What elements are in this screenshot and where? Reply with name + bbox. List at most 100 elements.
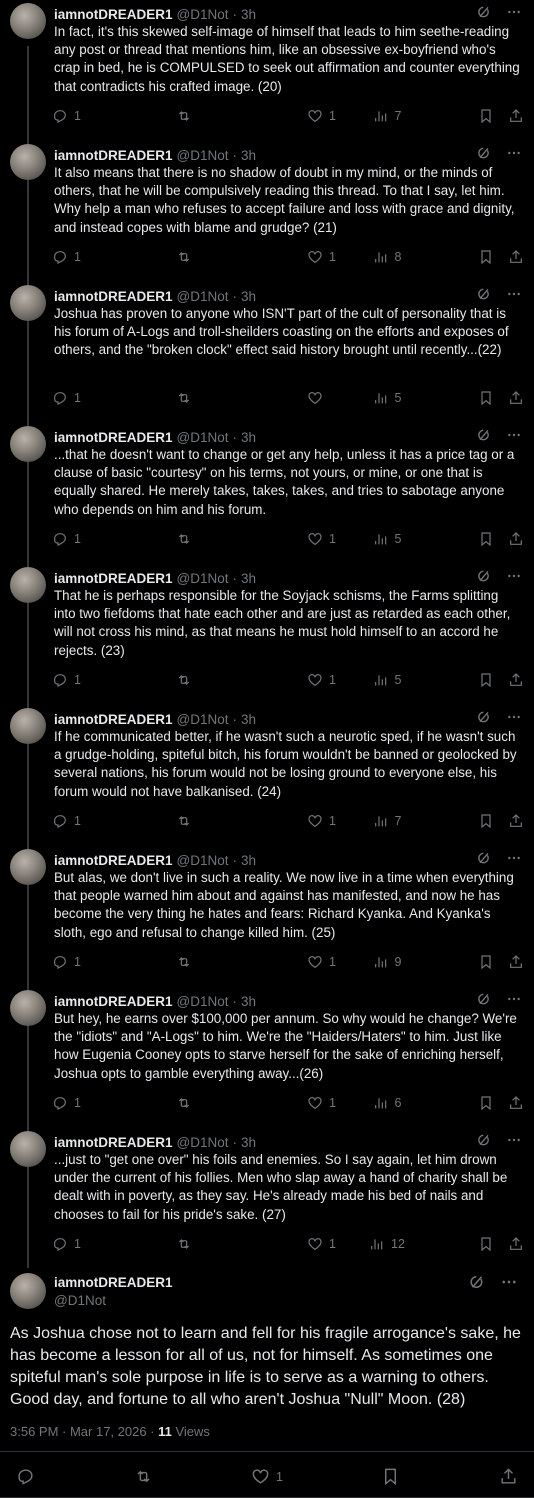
reply-button[interactable] [16, 1467, 35, 1486]
repost-button[interactable] [132, 531, 242, 547]
share-button[interactable] [508, 249, 524, 265]
author-name[interactable]: iamnotDREADER1 [54, 289, 173, 304]
more-icon[interactable] [506, 850, 522, 869]
share-button[interactable] [508, 954, 524, 970]
author-handle[interactable]: @D1Not [177, 712, 229, 727]
avatar[interactable] [10, 849, 46, 885]
grok-icon[interactable] [476, 4, 492, 23]
views-button[interactable]: 8 [337, 249, 437, 265]
post-date[interactable]: 3:56 PM · Mar 17, 2026 · [10, 1424, 158, 1439]
author-handle[interactable]: @D1Not [177, 853, 229, 868]
post-time[interactable]: 3h [241, 853, 256, 868]
reply-button[interactable]: 1 [52, 249, 132, 265]
avatar[interactable] [10, 426, 46, 462]
more-icon[interactable] [506, 1132, 522, 1151]
reply-button[interactable]: 1 [52, 672, 132, 688]
author-handle[interactable]: @D1Not [177, 994, 229, 1009]
bookmark-button[interactable] [478, 1236, 494, 1252]
repost-button[interactable] [132, 1095, 242, 1111]
share-button[interactable] [508, 531, 524, 547]
avatar[interactable] [10, 144, 46, 180]
avatar[interactable] [10, 1273, 46, 1309]
avatar[interactable] [10, 708, 46, 744]
bookmark-button[interactable] [381, 1467, 400, 1486]
bookmark-button[interactable] [478, 954, 494, 970]
more-icon[interactable] [506, 709, 522, 728]
views-button[interactable]: 5 [337, 672, 437, 688]
share-button[interactable] [508, 672, 524, 688]
reply-button[interactable]: 1 [52, 390, 132, 406]
views-button[interactable]: 7 [337, 813, 437, 829]
like-button[interactable]: 1 [251, 1467, 283, 1486]
thread-tweet[interactable]: iamnotDREADER1 @D1Not · 3h It also means… [0, 141, 534, 282]
author-handle[interactable]: @D1Not [177, 571, 229, 586]
author-name[interactable]: iamnotDREADER1 [54, 7, 173, 22]
bookmark-button[interactable] [478, 531, 494, 547]
like-button[interactable]: 1 [242, 813, 337, 829]
more-icon[interactable] [506, 4, 522, 23]
like-button[interactable]: 1 [242, 1095, 337, 1111]
views-button[interactable]: 12 [337, 1236, 437, 1252]
author-name[interactable]: iamnotDREADER1 [54, 712, 173, 727]
grok-icon[interactable] [476, 1132, 492, 1151]
repost-button[interactable] [132, 249, 242, 265]
more-icon[interactable] [506, 427, 522, 446]
author-handle[interactable]: @D1Not [177, 430, 229, 445]
grok-icon[interactable] [476, 286, 492, 305]
share-button[interactable] [508, 1095, 524, 1111]
author-name[interactable]: iamnotDREADER1 [54, 994, 173, 1009]
avatar[interactable] [10, 990, 46, 1026]
repost-button[interactable] [132, 813, 242, 829]
avatar[interactable] [10, 3, 46, 39]
like-button[interactable]: 1 [242, 249, 337, 265]
reply-button[interactable]: 1 [52, 531, 132, 547]
bookmark-button[interactable] [478, 1095, 494, 1111]
repost-button[interactable] [132, 390, 242, 406]
grok-icon[interactable] [476, 709, 492, 728]
more-icon[interactable] [506, 286, 522, 305]
repost-button[interactable] [132, 108, 242, 124]
like-button[interactable]: 1 [242, 531, 337, 547]
views-button[interactable]: 5 [337, 390, 437, 406]
thread-tweet[interactable]: iamnotDREADER1 @D1Not · 3h But hey, he e… [0, 987, 534, 1128]
bookmark-button[interactable] [478, 249, 494, 265]
share-button[interactable] [508, 813, 524, 829]
post-time[interactable]: 3h [241, 7, 256, 22]
thread-tweet[interactable]: iamnotDREADER1 @D1Not · 3h Joshua has pr… [0, 282, 534, 423]
thread-tweet[interactable]: iamnotDREADER1 @D1Not · 3h But alas, we … [0, 846, 534, 987]
grok-icon[interactable] [468, 1273, 486, 1296]
more-icon[interactable] [500, 1273, 518, 1296]
repost-button[interactable] [132, 954, 242, 970]
views-button[interactable]: 7 [337, 108, 437, 124]
like-button[interactable]: 1 [242, 672, 337, 688]
post-time[interactable]: 3h [241, 148, 256, 163]
post-time[interactable]: 3h [241, 289, 256, 304]
like-button[interactable]: 1 [242, 954, 337, 970]
share-button[interactable] [508, 390, 524, 406]
thread-tweet[interactable]: iamnotDREADER1 @D1Not · 3h That he is pe… [0, 564, 534, 705]
avatar[interactable] [10, 567, 46, 603]
like-button[interactable] [242, 390, 337, 406]
grok-icon[interactable] [476, 850, 492, 869]
share-button[interactable] [508, 108, 524, 124]
bookmark-button[interactable] [478, 108, 494, 124]
grok-icon[interactable] [476, 145, 492, 164]
author-name[interactable]: iamnotDREADER1 [54, 1275, 173, 1290]
grok-icon[interactable] [476, 568, 492, 587]
author-name[interactable]: iamnotDREADER1 [54, 148, 173, 163]
avatar[interactable] [10, 1131, 46, 1167]
grok-icon[interactable] [476, 427, 492, 446]
repost-button[interactable] [134, 1467, 153, 1486]
post-time[interactable]: 3h [241, 571, 256, 586]
thread-tweet[interactable]: iamnotDREADER1 @D1Not · 3h ...just to "g… [0, 1128, 534, 1269]
author-handle[interactable]: @D1Not [177, 7, 229, 22]
post-time[interactable]: 3h [241, 994, 256, 1009]
share-button[interactable] [499, 1467, 518, 1486]
reply-button[interactable]: 1 [52, 1095, 132, 1111]
repost-button[interactable] [132, 672, 242, 688]
like-button[interactable]: 1 [242, 1236, 337, 1252]
bookmark-button[interactable] [478, 813, 494, 829]
more-icon[interactable] [506, 145, 522, 164]
bookmark-button[interactable] [478, 672, 494, 688]
post-time[interactable]: 3h [241, 430, 256, 445]
